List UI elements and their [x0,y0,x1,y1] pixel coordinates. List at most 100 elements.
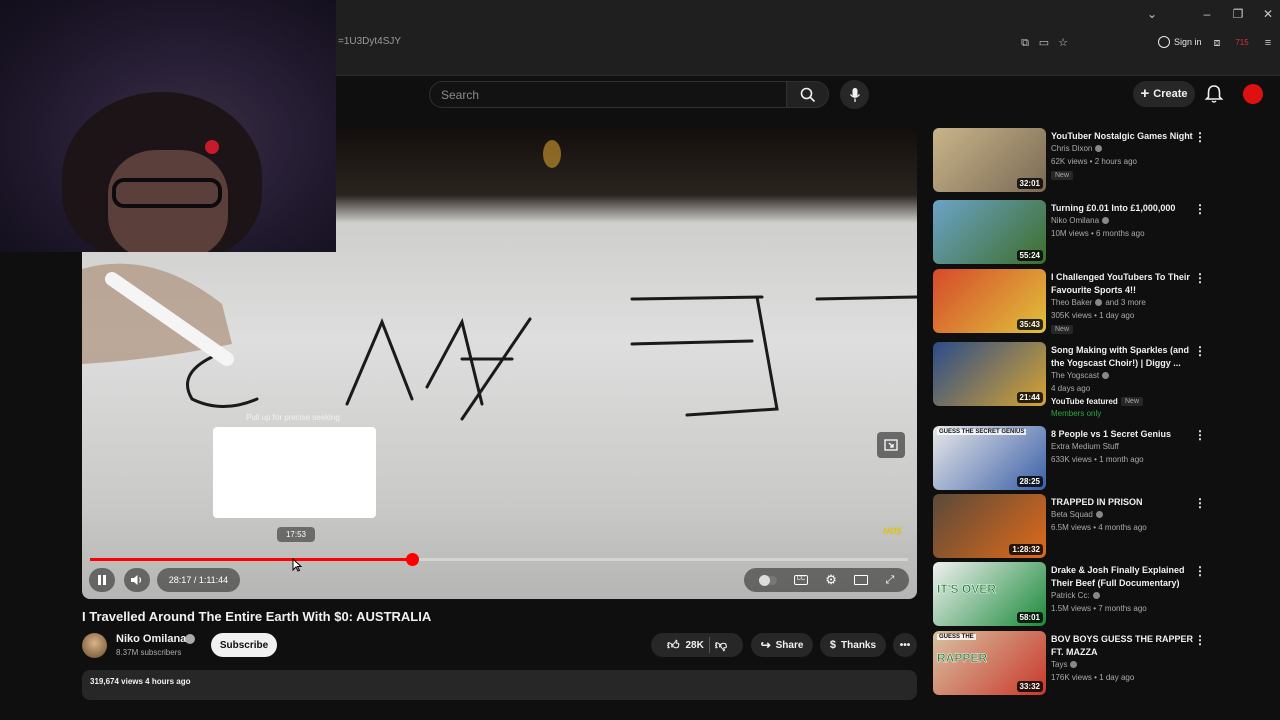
recommended-video[interactable]: 21:44 Song Making with Sparkles (and the … [933,342,1223,418]
share-arrow-icon: ↪ [760,638,771,652]
create-button[interactable]: + Create [1133,81,1195,107]
video-thumbnail[interactable]: 55:24 [933,200,1046,264]
channel-avatar[interactable] [82,633,107,658]
divider [708,637,710,653]
more-options-icon[interactable]: ⋮ [1194,344,1206,358]
recommended-channel-name[interactable]: Niko Omilana [1051,216,1110,225]
volume-button[interactable] [124,568,150,592]
subscriber-count: 8.37M subscribers [116,648,182,657]
video-thumbnail[interactable]: 35:43 [933,269,1046,333]
recommended-video[interactable]: 32:01 YouTuber Nostalgic Games Night Chris… [933,128,1223,192]
recommended-channel-name[interactable]: Beta Squad [1051,510,1103,519]
miniplayer-icon[interactable] [854,575,869,585]
account-avatar[interactable] [1243,84,1263,104]
recommended-channel-name[interactable]: Extra Medium Stuff [1051,442,1119,451]
account-icon [1158,36,1170,48]
search-placeholder: Search [441,88,480,102]
settings-gear-icon[interactable]: ⚙ [825,572,837,588]
dislike-button[interactable]: 👎︎ [715,638,727,653]
recommended-video[interactable]: IT'S OVER 58:01 Drake & Josh Finally Expla… [933,562,1223,626]
volume-icon [131,575,142,585]
channel-name-text: Theo Baker [1051,298,1093,307]
like-button[interactable]: 👍︎ 28K [667,638,704,653]
progress-scrubber-handle[interactable] [406,553,419,566]
channel-extra: and 3 more [1105,298,1146,307]
sign-in-button[interactable]: Sign in [1158,36,1202,48]
channel-name[interactable]: Niko Omilana [116,633,186,645]
video-thumbnail[interactable]: 32:01 [933,128,1046,192]
recommended-video[interactable]: 1:28:32 TRAPPED IN PRISON Beta Squad 6.5M v… [933,494,1223,558]
search-button[interactable] [787,81,829,108]
thanks-button[interactable]: $ Thanks [820,633,886,657]
open-in-app-icon[interactable]: ⧉ [1017,36,1033,50]
recommended-channel-name[interactable]: The Yogscast [1051,371,1110,380]
share-button[interactable]: ↪ Share [751,633,813,657]
recommended-video-title[interactable]: 8 People vs 1 Secret Genius [1051,428,1196,441]
verified-check-icon [185,634,195,644]
search-input[interactable] [429,81,787,108]
more-options-icon[interactable]: ⋮ [1194,428,1206,442]
recommended-video[interactable]: 35:43 I Challenged YouTubers To Their Fav… [933,269,1223,334]
more-options-icon[interactable]: ⋮ [1194,202,1206,216]
close-icon[interactable]: ✕ [1258,6,1278,22]
autoplay-toggle[interactable] [758,574,777,586]
recommended-video-title[interactable]: I Challenged YouTubers To Their Favourit… [1051,271,1196,297]
recommended-video-title[interactable]: Drake & Josh Finally Explained Their Bee… [1051,564,1196,590]
extensions-icon[interactable]: ⧈ [1209,36,1225,50]
more-actions-button[interactable]: ••• [893,633,917,657]
recommended-video-title[interactable]: TRAPPED IN PRISON [1051,496,1196,509]
video-thumbnail[interactable]: GUESS THE RAPPER 33:32 [933,631,1046,695]
pause-button[interactable] [89,568,115,592]
recommended-channel-name[interactable]: Tays [1051,660,1078,669]
chevron-down-icon[interactable]: ⌄ [1142,6,1162,22]
video-duration: 58:01 [1016,612,1043,623]
bookmark-star-icon[interactable]: ☆ [1055,36,1071,50]
minimize-icon[interactable]: – [1197,6,1217,22]
mouse-cursor-icon [292,558,302,572]
menu-icon[interactable]: ≡ [1260,36,1276,50]
verified-check-icon [1095,299,1103,307]
thumbnail-text: GUESS THE SECRET GENIUS [937,429,1027,435]
video-duration: 1:28:32 [1009,544,1043,555]
cast-icon[interactable]: ▭ [1036,36,1052,50]
recommended-video-title[interactable]: Turning £0.01 Into £1,000,000 [1051,202,1196,215]
video-thumbnail[interactable]: GUESS THE SECRET GENIUS 28:25 [933,426,1046,490]
recommended-video-meta: 305K views • 1 day ago [1051,311,1135,320]
notifications-bell-icon[interactable] [1203,84,1225,104]
video-thumbnail[interactable]: IT'S OVER 58:01 [933,562,1046,626]
video-thumbnail[interactable]: 21:44 [933,342,1046,406]
channel-watermark[interactable]: NØ$ [883,526,902,536]
captions-icon[interactable]: CC [793,575,808,585]
recommended-video-title[interactable]: BOV BOYS GUESS THE RAPPER FT. MAZZA [1051,633,1196,659]
fullscreen-icon[interactable]: ⤢ [885,574,894,587]
pause-icon [98,575,106,585]
recommended-channel-name[interactable]: Theo Baker and 3 more [1051,298,1146,307]
subscribe-button[interactable]: Subscribe [211,633,277,657]
more-options-icon[interactable]: ⋮ [1194,633,1206,647]
more-options-icon[interactable]: ⋮ [1194,564,1206,578]
more-options-icon[interactable]: ⋮ [1194,271,1206,285]
recommended-video[interactable]: GUESS THE SECRET GENIUS 28:25 8 People vs … [933,426,1223,490]
recommended-video[interactable]: GUESS THE RAPPER 33:32 BOV BOYS GUESS THE R… [933,631,1223,695]
webcam-person-glasses [112,178,222,208]
recommended-video-title[interactable]: Song Making with Sparkles (and the Yogsc… [1051,344,1196,370]
more-options-icon[interactable]: ⋮ [1194,130,1206,144]
recommended-video-meta: 176K views • 1 day ago [1051,673,1135,682]
voice-search-button[interactable] [840,80,869,109]
recommended-video-title[interactable]: YouTuber Nostalgic Games Night [1051,130,1196,143]
extension-badge[interactable]: 715 [1234,36,1250,50]
recommended-video[interactable]: 55:24 Turning £0.01 Into £1,000,000 Niko O… [933,200,1223,264]
channel-name-text: Tays [1051,660,1068,669]
recommended-channel-name[interactable]: Patrick Cc: [1051,591,1100,600]
picture-in-picture-button[interactable] [877,432,905,458]
search-icon [800,87,815,102]
headset-light [205,140,219,154]
recommended-channel-name[interactable]: Chris Dixon [1051,144,1103,153]
video-thumbnail[interactable]: 1:28:32 [933,494,1046,558]
restore-icon[interactable]: ❐ [1228,6,1248,22]
description-box[interactable] [82,670,917,700]
new-badge: New [1051,325,1074,334]
url-text[interactable]: =1U3Dyt4SJY [338,36,401,47]
more-options-icon[interactable]: ⋮ [1194,496,1206,510]
video-title: I Travelled Around The Entire Earth With… [82,609,432,624]
